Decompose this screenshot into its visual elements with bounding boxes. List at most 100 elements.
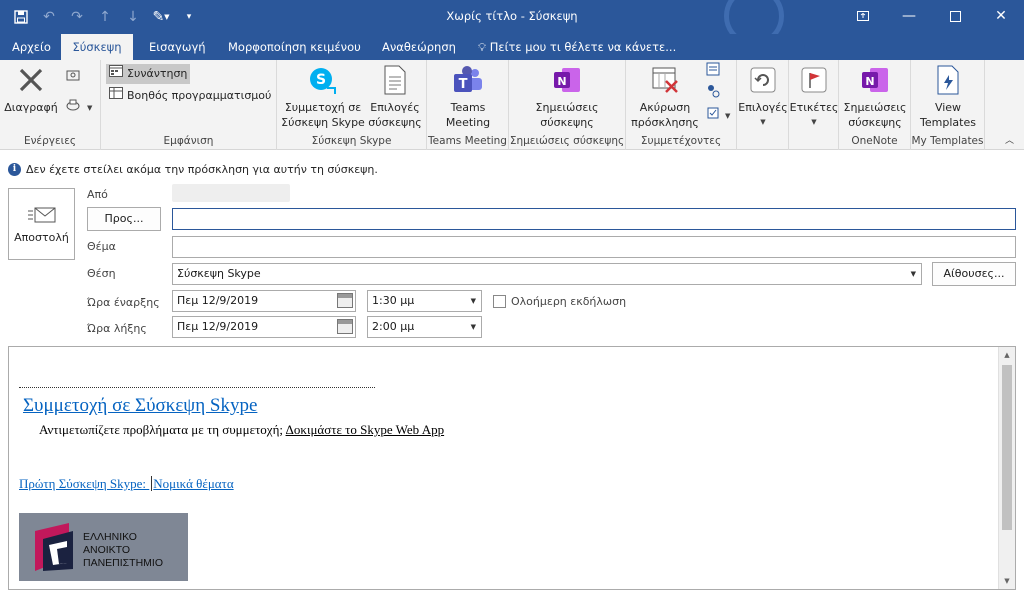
teams-meeting-button[interactable]: T Teams Meeting [438, 64, 498, 130]
start-date-field[interactable]: Πεμ 12/9/2019 [172, 290, 356, 312]
group-templates: View Templates My Templates [911, 60, 985, 150]
end-time-field[interactable]: 2:00 μμ ▼ [367, 316, 482, 338]
cancel-invitation-line1: Ακύρωση [639, 101, 691, 114]
to-button[interactable]: Προς... [87, 207, 161, 231]
from-label: Από [87, 188, 108, 201]
group-tags: Ετικέτες ▼ [789, 60, 839, 150]
response-options-button[interactable]: ▼ [702, 106, 733, 126]
tab-file[interactable]: Αρχείο [2, 34, 61, 60]
subject-label: Θέμα [87, 240, 116, 253]
window-controls: — ✕ [840, 0, 1024, 32]
maximize-icon[interactable] [932, 0, 978, 32]
minimize-icon[interactable]: — [886, 0, 932, 32]
first-meeting-link[interactable]: Πρώτη Σύσκεψη Skype: [19, 476, 146, 491]
join-skype-line1: Συμμετοχή σε [284, 101, 362, 114]
message-body[interactable]: Συμμετοχή σε Σύσκεψη Skype Αντιμετωπίζετ… [8, 346, 1016, 590]
dotted-separator [19, 387, 375, 388]
trouble-line: Αντιμετωπίζετε προβλήματα με τη συμμετοχ… [39, 422, 444, 438]
end-time-value: 2:00 μμ [372, 320, 415, 333]
ribbon-display-icon[interactable] [840, 0, 886, 32]
collapse-ribbon-icon[interactable]: ︿ [1005, 133, 1014, 146]
address-book-button[interactable] [702, 62, 724, 82]
all-day-checkbox[interactable] [493, 295, 506, 308]
close-icon[interactable]: ✕ [978, 0, 1024, 32]
meeting-options-line1: Επιλογές [370, 101, 420, 114]
view-templates-button[interactable]: View Templates [911, 64, 985, 130]
delete-label: Διαγραφή [4, 101, 58, 114]
group-actions: Διαγραφή ▼ Ενέργειες [0, 60, 101, 150]
view-templates-line1: View [934, 101, 962, 114]
end-time-chevron-down-icon[interactable]: ▼ [471, 317, 476, 337]
meeting-options-button[interactable]: Επιλογές σύσκεψης [367, 64, 423, 130]
meeting-notes-line1: Σημειώσεις [535, 101, 599, 114]
scroll-up-icon[interactable]: ▲ [999, 351, 1015, 359]
ribbon: Διαγραφή ▼ Ενέργειες Συνάντηση Βοηθός πρ… [0, 60, 1024, 150]
onenote-icon: N [859, 64, 891, 96]
cancel-invitation-button[interactable]: Ακύρωση πρόσκλησης [628, 64, 702, 130]
svg-text:S: S [316, 72, 326, 88]
onenote-notes-button[interactable]: N Σημειώσεις σύσκεψης [839, 64, 911, 130]
tab-review[interactable]: Αναθεώρηση [372, 34, 466, 60]
templates-icon [932, 64, 964, 96]
appointment-icon [109, 64, 123, 84]
check-names-button[interactable] [702, 84, 724, 104]
appointment-button[interactable]: Συνάντηση [106, 64, 191, 84]
trouble-text: Αντιμετωπίζετε προβλήματα με τη συμμετοχ… [39, 422, 283, 437]
view-templates-line2: Templates [920, 116, 976, 129]
scheduling-icon [109, 86, 123, 106]
group-teams: T Teams Meeting Teams Meeting [427, 60, 509, 150]
svg-text:N: N [865, 75, 874, 88]
vertical-scrollbar[interactable]: ▲ ▼ [998, 347, 1015, 589]
location-field[interactable]: Σύσκεψη Skype ▼ [172, 263, 922, 285]
logo-line-3: ΠΑΝΕΠΙΣΤΗΜΙΟ [83, 557, 163, 569]
legal-link[interactable]: Νομικά θέματα [151, 476, 234, 491]
location-label: Θέση [87, 267, 116, 280]
start-time-value: 1:30 μμ [372, 294, 415, 307]
tags-button[interactable]: Ετικέτες ▼ [789, 64, 839, 130]
meeting-options-line2: σύσκεψης [368, 116, 422, 129]
calendar-icon[interactable] [337, 319, 353, 334]
info-bar: i Δεν έχετε στείλει ακόμα την πρόσκληση … [8, 160, 378, 178]
calendar-icon[interactable] [337, 293, 353, 308]
tab-meeting[interactable]: Σύσκεψη [61, 34, 133, 60]
logo-text: ΕΛΛΗΝΙΚΟ ΑΝΟΙΚΤΟ ΠΑΝΕΠΙΣΤΗΜΙΟ [83, 531, 163, 570]
rooms-button[interactable]: Αίθουσες... [932, 262, 1016, 286]
end-date-value: Πεμ 12/9/2019 [177, 320, 259, 333]
envelope-icon [27, 207, 56, 225]
send-button[interactable]: Αποστολή [8, 188, 75, 260]
meeting-notes-button[interactable]: N Σημειώσεις σύσκεψης [529, 64, 605, 130]
appointment-label: Συνάντηση [127, 67, 188, 80]
scheduling-label: Βοηθός προγραμματισμού [127, 89, 272, 102]
meeting-notes-line2: σύσκεψης [540, 116, 594, 129]
cancel-invitation-line2: πρόσκλησης [631, 116, 699, 129]
subject-field[interactable] [172, 236, 1016, 258]
lightbulb-icon: 💡︎ [478, 40, 487, 54]
forward-preview-button[interactable] [62, 68, 84, 88]
cancel-calendar-icon [649, 64, 681, 96]
start-time-chevron-down-icon[interactable]: ▼ [471, 291, 476, 311]
skype-web-app-link[interactable]: Δοκιμάστε το Skype Web App [286, 422, 445, 437]
tab-format-text[interactable]: Μορφοποίηση κειμένου [218, 34, 371, 60]
start-time-field[interactable]: 1:30 μμ ▼ [367, 290, 482, 312]
group-options: Επιλογές ▼ [737, 60, 789, 150]
location-chevron-down-icon[interactable]: ▼ [911, 264, 916, 284]
delete-button[interactable]: Διαγραφή [4, 64, 58, 115]
join-skype-link[interactable]: Συμμετοχή σε Σύσκεψη Skype [23, 395, 257, 417]
scroll-thumb[interactable] [1002, 365, 1012, 530]
start-date-value: Πεμ 12/9/2019 [177, 294, 259, 307]
join-skype-line2: Σύσκεψη Skype [281, 116, 365, 129]
to-field[interactable] [172, 208, 1016, 230]
scheduling-assistant-button[interactable]: Βοηθός προγραμματισμού [106, 86, 274, 106]
group-skype: S Συμμετοχή σε Σύσκεψη Skype Επιλογές σύ… [277, 60, 427, 150]
end-date-field[interactable]: Πεμ 12/9/2019 [172, 316, 356, 338]
response-options-icon [705, 105, 721, 128]
copy-meeting-button[interactable]: ▼ [62, 98, 95, 118]
options-button[interactable]: Επιλογές ▼ [737, 64, 789, 130]
tell-me-box[interactable]: 💡︎ Πείτε μου τι θέλετε να κάνετε... [478, 34, 676, 60]
tab-insert[interactable]: Εισαγωγή [139, 34, 216, 60]
scroll-down-icon[interactable]: ▼ [999, 577, 1015, 585]
join-skype-button[interactable]: S Συμμετοχή σε Σύσκεψη Skype [280, 64, 366, 130]
teams-line1: Teams [450, 101, 486, 114]
skype-icon: S [307, 64, 339, 96]
options-chevron-down-icon: ▼ [760, 118, 766, 126]
